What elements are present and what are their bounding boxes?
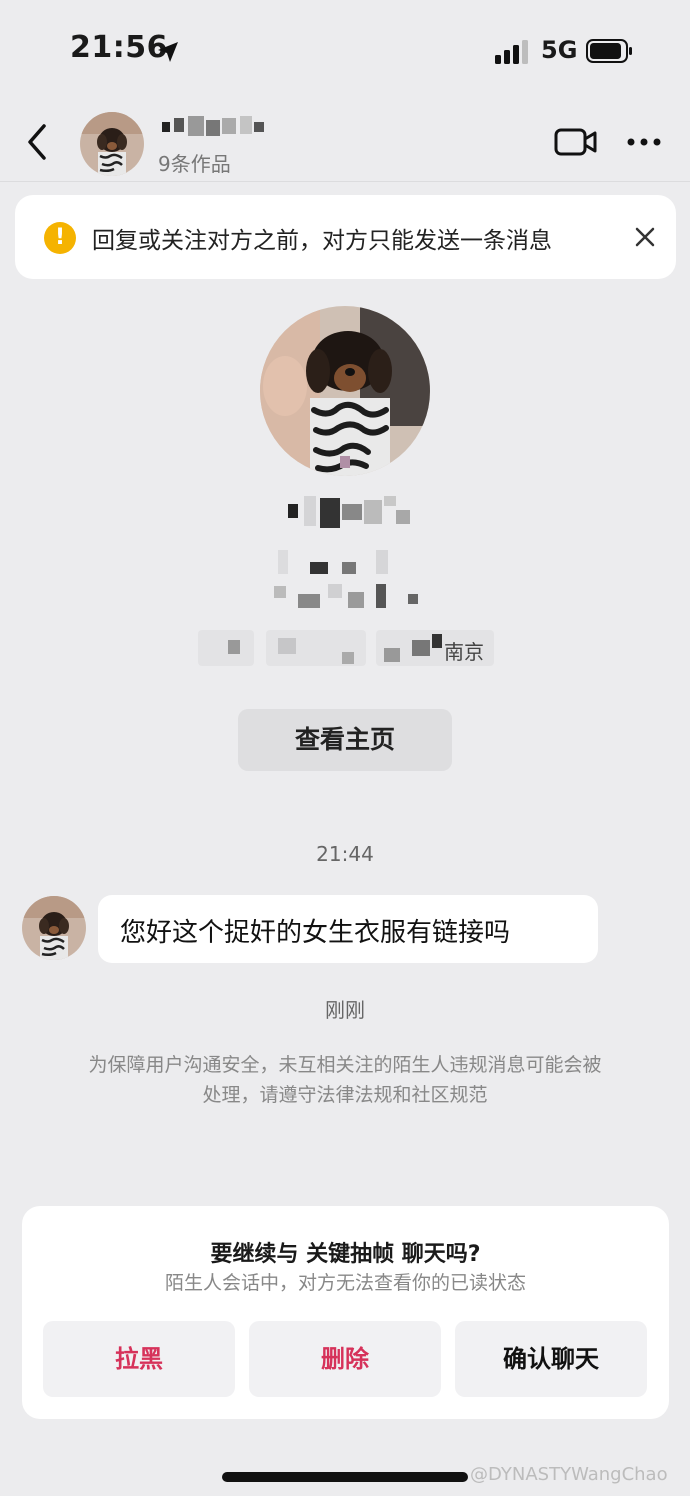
reply-limit-notice: ! 回复或关注对方之前，对方只能发送一条消息 [15,195,676,279]
sender-avatar[interactable] [22,896,86,960]
profile-avatar[interactable] [260,306,430,476]
status-bar: 21:56 5G [0,0,690,100]
dog-avatar-image [80,112,144,176]
profile-city: 南京 [444,640,484,664]
profile-tag-redacted [266,630,366,666]
profile-tag-redacted [198,630,254,666]
message-bubble[interactable]: 您好这个捉奸的女生衣服有链接吗 [98,895,598,963]
header-avatar[interactable] [80,112,144,176]
sent-time: 刚刚 [325,998,365,1022]
profile-id-redacted [272,550,422,612]
back-chevron-icon[interactable] [24,122,52,162]
works-count: 9条作品 [158,152,231,176]
view-homepage-button[interactable]: 查看主页 [238,709,452,771]
dialog-subtitle: 陌生人会话中，对方无法查看你的已读状态 [164,1272,526,1294]
chat-header: 9条作品 [0,100,690,182]
network-label: 5G [541,36,578,64]
dialog-title: 要继续与 关键抽帧 聊天吗? [210,1242,481,1267]
battery-icon [586,39,632,63]
location-arrow-icon [158,42,178,62]
video-camera-icon[interactable] [554,126,598,158]
notice-text: 回复或关注对方之前，对方只能发送一条消息 [92,228,552,254]
signal-bars-icon [495,40,528,64]
dog-photo-image [260,306,430,476]
warning-circle-icon: ! [44,222,76,254]
more-dots-icon[interactable] [626,136,662,148]
contact-name-redacted [160,114,270,140]
message-text: 您好这个捉奸的女生衣服有链接吗 [120,918,511,948]
profile-name-redacted [284,494,414,530]
status-time: 21:56 [70,30,168,65]
watermark: @DYNASTYWangChao [470,1464,668,1485]
safety-note: 为保障用户沟通安全，未互相关注的陌生人违规消息可能会被处理，请遵守法律法规和社区… [88,1054,602,1106]
stranger-chat-dialog: 要继续与 关键抽帧 聊天吗? 陌生人会话中，对方无法查看你的已读状态 拉黑 删除… [22,1206,669,1419]
delete-button[interactable]: 删除 [249,1321,441,1397]
confirm-chat-button[interactable]: 确认聊天 [455,1321,647,1397]
message-timestamp: 21:44 [316,842,374,866]
block-button[interactable]: 拉黑 [43,1321,235,1397]
dog-avatar-image [22,896,86,960]
home-indicator[interactable] [222,1472,468,1482]
close-icon[interactable] [633,225,657,249]
